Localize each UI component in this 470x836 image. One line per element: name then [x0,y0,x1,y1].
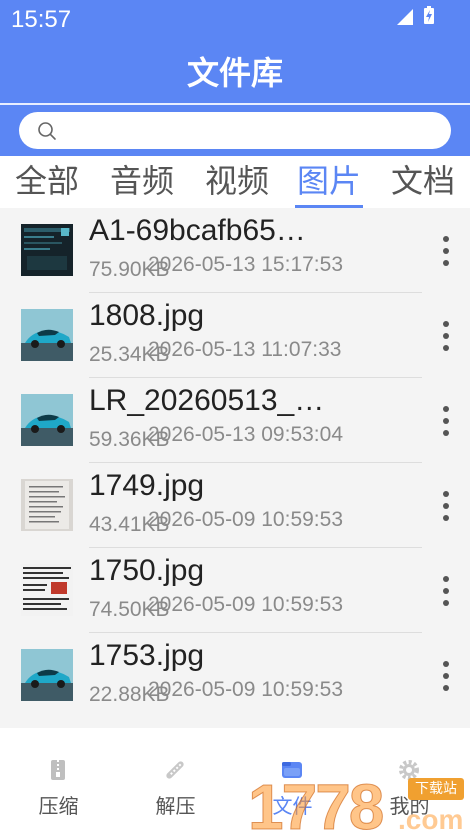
tab-documents[interactable]: 文档 [386,158,460,206]
file-name: 1749.jpg [89,469,205,502]
signal-icon [397,9,413,25]
watermark-suffix: .com [398,804,464,835]
watermark-tag: 下载站 [408,778,464,800]
file-list: A1-69bcafb65… 75.90KB 2026-05-13 15:17:5… [0,208,470,728]
compress-icon [51,760,65,780]
file-row[interactable]: 1808.jpg 25.34KB 2026-05-13 11:07:33 [0,293,470,378]
search-icon [38,122,56,140]
watermark-digits: 1778 [247,771,384,836]
status-time: 15:57 [11,6,72,33]
watermark-logo: 1778 下载站 .com [247,770,470,836]
tab-all[interactable]: 全部 [10,158,84,206]
tab-video[interactable]: 视频 [200,158,274,206]
nav-unzip[interactable]: 解压 [117,728,234,836]
file-date: 2026-05-09 10:59:53 [148,678,343,701]
page-title: 文件库 [186,54,283,92]
status-bar: 15:57 [0,0,470,44]
file-thumbnail [21,224,73,276]
search-input[interactable] [67,116,437,145]
file-thumbnail [21,649,73,701]
file-name: LR_20260513_… [89,384,325,417]
app-header: 15:57 文件库 [0,0,470,156]
tab-images[interactable]: 图片 [292,158,366,206]
more-options-icon[interactable] [436,234,456,268]
file-row[interactable]: LR_20260513_… 59.36KB 2026-05-13 09:53:0… [0,378,470,463]
file-row[interactable]: A1-69bcafb65… 75.90KB 2026-05-13 15:17:5… [0,208,470,293]
file-date: 2026-05-13 11:07:33 [148,338,342,361]
nav-label: 压缩 [38,794,79,818]
header-divider [0,103,470,105]
file-thumbnail [21,479,73,531]
more-options-icon[interactable] [436,319,456,353]
file-name: 1750.jpg [89,554,205,587]
file-name: 1808.jpg [89,299,205,332]
unzip-icon [166,761,184,779]
nav-compress[interactable]: 压缩 [0,728,117,836]
file-date: 2026-05-13 15:17:53 [148,253,343,276]
file-date: 2026-05-09 10:59:53 [148,593,343,616]
more-options-icon[interactable] [436,574,456,608]
file-row[interactable]: 1750.jpg 74.50KB 2026-05-09 10:59:53 [0,548,470,633]
more-options-icon[interactable] [436,659,456,693]
file-name: A1-69bcafb65… [89,214,306,247]
file-name: 1753.jpg [89,639,205,672]
nav-label: 解压 [155,794,196,818]
file-date: 2026-05-13 09:53:04 [148,423,343,446]
tab-audio[interactable]: 音频 [105,158,179,206]
more-options-icon[interactable] [436,404,456,438]
category-tabs: 全部 音频 视频 图片 文档 [0,156,470,208]
search-bar[interactable] [19,112,451,149]
file-thumbnail [21,309,73,361]
file-date: 2026-05-09 10:59:53 [148,508,343,531]
battery-charging-icon [424,6,434,24]
more-options-icon[interactable] [436,489,456,523]
file-thumbnail [21,564,73,616]
file-row[interactable]: 1749.jpg 43.41KB 2026-05-09 10:59:53 [0,463,470,548]
file-row[interactable]: 1753.jpg 22.88KB 2026-05-09 10:59:53 [0,633,470,718]
file-thumbnail [21,394,73,446]
